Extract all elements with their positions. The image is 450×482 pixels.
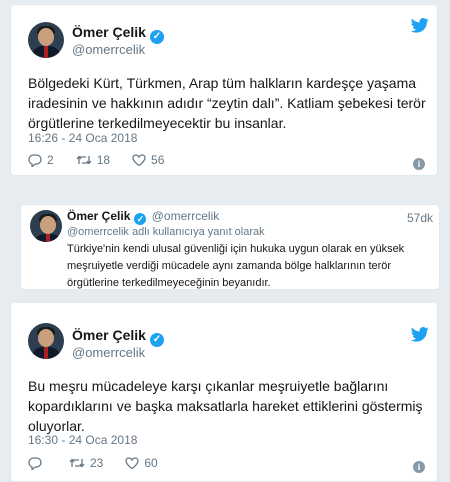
twitter-bird-icon[interactable] [411, 18, 429, 33]
tweet-text: Bölgedeki Kürt, Türkmen, Arap tüm halkla… [28, 75, 426, 131]
tweet-text: Bu meşru mücadeleye karşı çıkanlar meşru… [28, 378, 423, 434]
quoted-tweet[interactable]: Ömer Çelik ✓ @omerrcelik 57dk @omerrcelik… [20, 204, 440, 290]
author-handle[interactable]: @omerrcelik [72, 42, 145, 57]
tweet-actions: 23 60 [28, 456, 180, 470]
relative-time[interactable]: 57dk [407, 211, 433, 225]
quoted-text: Türkiye'nin kendi ulusal güvenliği için … [67, 243, 405, 289]
like-button[interactable]: 56 [132, 153, 164, 167]
like-count: 56 [151, 153, 165, 167]
tweet-timestamp[interactable]: 16:26 - 24 Oca 2018 [28, 131, 137, 145]
reply-button[interactable] [28, 456, 47, 470]
retweet-icon [69, 458, 85, 468]
info-icon[interactable]: i [413, 158, 425, 170]
avatar[interactable] [28, 323, 64, 359]
tweet-card-1: Ömer Çelik ✓ @omerrcelik Bölgedeki Kürt, … [10, 4, 438, 176]
author-name[interactable]: Ömer Çelik ✓ [72, 327, 164, 347]
tweet-timestamp[interactable]: 16:30 - 24 Oca 2018 [28, 433, 137, 447]
retweet-button[interactable]: 23 [69, 456, 103, 470]
reply-button[interactable]: 2 [28, 153, 54, 167]
reply-icon [28, 153, 42, 167]
author-handle[interactable]: @omerrcelik [152, 209, 220, 223]
retweet-count: 18 [96, 153, 111, 167]
heart-icon [132, 154, 146, 166]
author-handle[interactable]: @omerrcelik [72, 345, 145, 360]
retweet-icon [76, 155, 92, 165]
avatar[interactable] [28, 22, 64, 58]
reply-count: 2 [47, 153, 54, 167]
verified-badge-icon: ✓ [134, 213, 147, 225]
retweet-count: 23 [90, 456, 104, 470]
info-icon[interactable]: i [413, 461, 425, 473]
replying-to[interactable]: @omerrcelik adlı kullanıcıya yanıt olara… [67, 226, 265, 238]
tweet-card-2: Ömer Çelik ✓ @omerrcelik Bu meşru mücadel… [10, 302, 438, 482]
like-count: 60 [144, 456, 158, 470]
verified-badge-icon: ✓ [149, 333, 164, 347]
reply-icon [28, 456, 42, 470]
author-name[interactable]: Ömer Çelik ✓ [72, 24, 164, 44]
verified-badge-icon: ✓ [149, 30, 164, 44]
avatar[interactable] [30, 210, 62, 242]
tweet-actions: 2 18 56 [28, 153, 186, 167]
twitter-bird-icon[interactable] [411, 327, 429, 342]
author-name[interactable]: Ömer Çelik ✓ @omerrcelik [67, 209, 219, 225]
retweet-button[interactable]: 18 [76, 153, 110, 167]
heart-icon [125, 457, 140, 469]
like-button[interactable]: 60 [125, 456, 158, 470]
